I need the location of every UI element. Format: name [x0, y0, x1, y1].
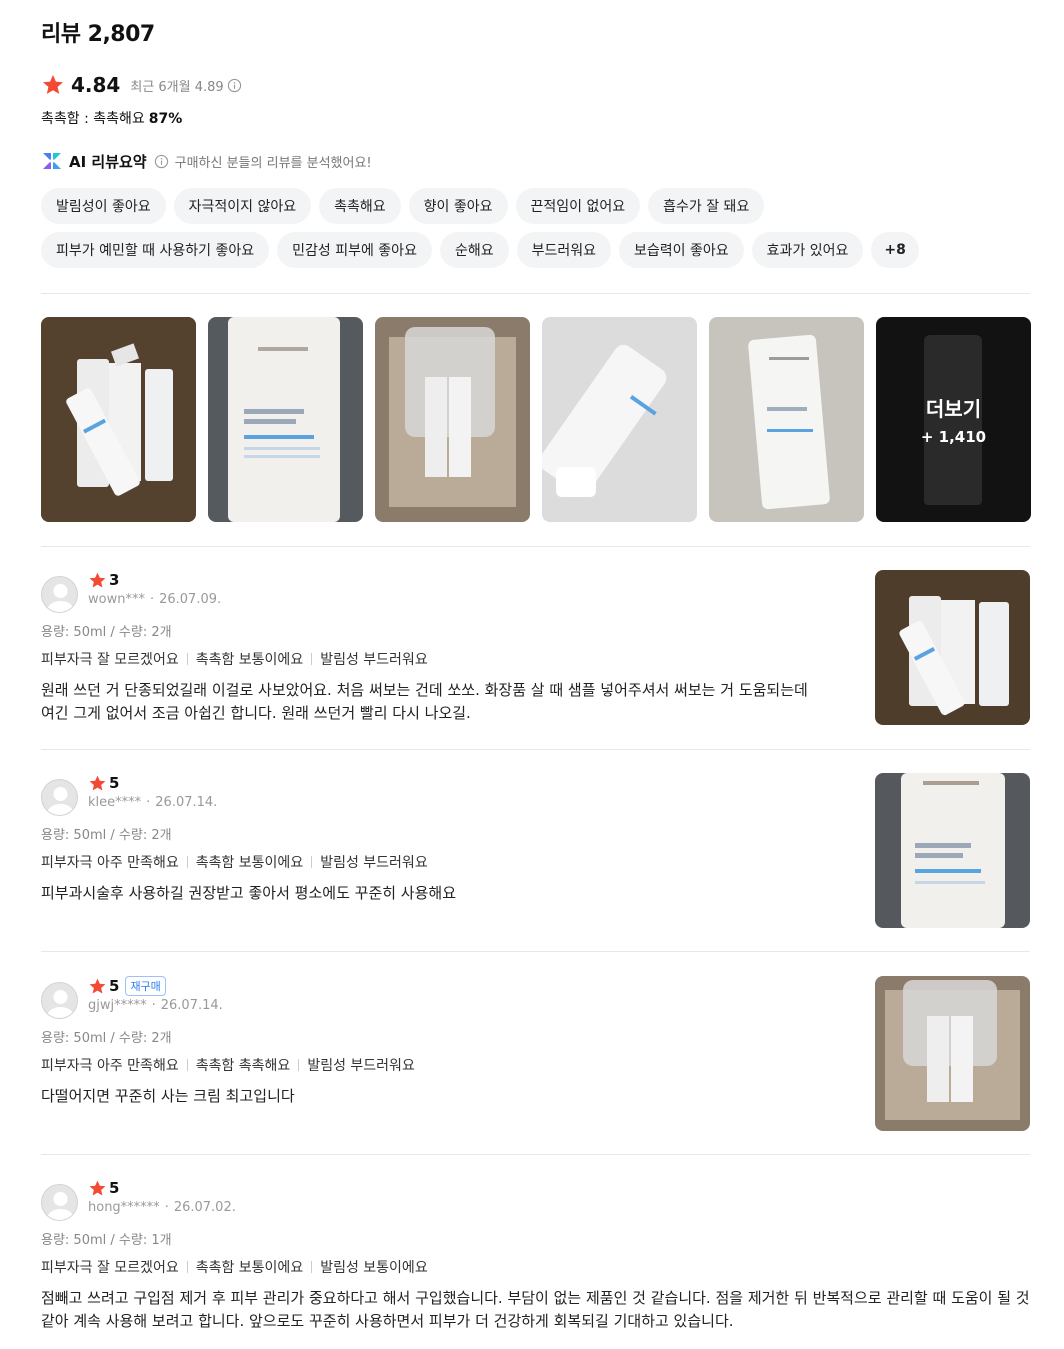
review-attribute: 발림성 부드러워요	[320, 652, 428, 668]
divider	[41, 749, 1030, 750]
review-date: 26.07.14.	[160, 998, 223, 1013]
review-attribute: 피부자극 아주 만족해요	[41, 1058, 179, 1074]
review-attribute: 피부자극 아주 만족해요	[41, 855, 179, 871]
review-attribute: 발림성 부드러워요	[320, 855, 428, 871]
keyword-chip-row: 발림성이 좋아요 자극적이지 않아요 촉촉해요 향이 좋아요 끈적임이 없어요 …	[41, 188, 1001, 224]
review-user: wown***	[88, 592, 145, 607]
divider	[41, 951, 1030, 952]
review-thumbnail[interactable]	[875, 570, 1030, 725]
review-item: 5 klee**** · 26.07.14. 용량: 50ml / 수량: 2개 피…	[41, 773, 1030, 928]
review-text: 피부과시술후 사용하길 권장받고 좋아서 평소에도 꾸준히 사용해요	[41, 884, 457, 902]
star-icon	[89, 775, 106, 791]
keyword-chip[interactable]: 흡수가 잘 돼요	[648, 188, 765, 224]
review-item: 5 재구매 gjwj***** · 26.07.14. 용량: 50ml / 수량: …	[41, 976, 1030, 1131]
avatar-placeholder-icon	[41, 779, 78, 816]
review-user: gjwj*****	[88, 998, 147, 1013]
repurchase-badge: 재구매	[125, 976, 166, 996]
ai-summary-desc: 구매하신 분들의 리뷰를 분석했어요!	[174, 155, 372, 171]
review-attribute: 촉촉함 보통이에요	[195, 652, 304, 668]
review-item: 3 wown*** · 26.07.09. 용량: 50ml / 수량: 2개 피부…	[41, 570, 1030, 725]
review-item: 5 hong****** · 26.07.02. 용량: 50ml / 수량: 1개…	[41, 1178, 1030, 1333]
review-attributes: 피부자극 잘 모르겠어요 촉촉함 보통이에요 발림성 보통이에요	[41, 1257, 1030, 1277]
divider	[41, 293, 1030, 294]
keyword-chip[interactable]: 피부가 예민할 때 사용하기 좋아요	[41, 232, 270, 268]
more-keywords-button[interactable]: +8	[871, 232, 919, 268]
review-option: 용량: 50ml / 수량: 1개	[41, 1233, 172, 1248]
review-photo[interactable]	[375, 317, 530, 522]
review-count-title: 리뷰 2,807	[41, 22, 155, 47]
more-photos-label: 더보기	[925, 397, 982, 421]
recent-rating-label: 최근 6개월 4.89	[130, 79, 224, 95]
review-user: hong******	[88, 1200, 160, 1215]
keyword-chip[interactable]: 효과가 있어요	[751, 232, 864, 268]
divider	[41, 546, 1030, 547]
review-text: 원래 쓰던 거 단종되었길래 이걸로 사보았어요. 처음 써보는 건데 쏘쏘. …	[41, 681, 808, 722]
rating-summary: 4.84 최근 6개월 4.89	[41, 72, 242, 98]
info-icon[interactable]	[227, 78, 242, 93]
avatar-placeholder-icon	[41, 982, 78, 1019]
review-photo[interactable]	[41, 317, 196, 522]
moisture-label: 촉촉함 : 촉촉해요	[41, 111, 145, 127]
info-icon[interactable]	[154, 154, 169, 169]
review-attribute: 촉촉함 보통이에요	[195, 855, 304, 871]
review-score: 5	[109, 774, 120, 792]
more-photos-count: + 1,410	[920, 428, 987, 446]
keyword-chip[interactable]: 순해요	[439, 232, 509, 268]
average-rating: 4.84	[71, 73, 121, 97]
moisture-percent: 87%	[148, 111, 183, 127]
review-photo[interactable]	[709, 317, 864, 522]
photo-strip: 더보기 + 1,410	[41, 317, 1031, 522]
review-user: klee****	[88, 795, 142, 810]
review-thumbnail[interactable]	[875, 773, 1030, 928]
ai-summary-label: AI 리뷰요약	[69, 152, 147, 171]
review-date: 26.07.09.	[159, 592, 222, 607]
review-text: 점빼고 쓰려고 구입점 제거 후 피부 관리가 중요하다고 해서 구입했습니다.…	[41, 1289, 1030, 1330]
review-attribute: 촉촉함 보통이에요	[195, 1260, 304, 1276]
star-icon	[89, 1180, 106, 1196]
star-icon	[43, 75, 63, 94]
moisture-summary: 촉촉함 : 촉촉해요 87%	[41, 108, 182, 128]
review-date: 26.07.02.	[173, 1200, 236, 1215]
keyword-chip[interactable]: 자극적이지 않아요	[173, 188, 312, 224]
ai-sparkle-icon	[43, 153, 61, 169]
review-attribute: 피부자극 잘 모르겠어요	[41, 652, 179, 668]
review-attribute: 발림성 보통이에요	[320, 1260, 428, 1276]
divider	[41, 1154, 1030, 1155]
review-date: 26.07.14.	[155, 795, 218, 810]
keyword-chip[interactable]: 발림성이 좋아요	[41, 188, 166, 224]
keyword-chip[interactable]: 촉촉해요	[319, 188, 401, 224]
keyword-chip[interactable]: 향이 좋아요	[408, 188, 508, 224]
review-attribute: 피부자극 잘 모르겠어요	[41, 1260, 179, 1276]
keyword-chip[interactable]: 민감성 피부에 좋아요	[277, 232, 432, 268]
keyword-chip[interactable]: 끈적임이 없어요	[515, 188, 641, 224]
keyword-chip-row: 피부가 예민할 때 사용하기 좋아요 민감성 피부에 좋아요 순해요 부드러워요…	[41, 232, 1001, 268]
review-score: 5	[109, 1179, 120, 1197]
review-score: 3	[109, 571, 120, 589]
keyword-chip[interactable]: 보습력이 좋아요	[619, 232, 744, 268]
review-text: 다떨어지면 꾸준히 사는 크림 최고입니다	[41, 1087, 295, 1105]
review-thumbnail[interactable]	[875, 976, 1030, 1131]
ai-summary-header: AI 리뷰요약 구매하신 분들의 리뷰를 분석했어요!	[41, 149, 372, 173]
review-photo[interactable]	[208, 317, 363, 522]
star-icon	[89, 978, 106, 994]
review-attribute: 촉촉함 촉촉해요	[195, 1058, 291, 1074]
avatar-placeholder-icon	[41, 1184, 78, 1221]
review-photo[interactable]	[542, 317, 697, 522]
star-icon	[89, 572, 106, 588]
recent-rating: 최근 6개월 4.89	[130, 76, 241, 95]
avatar-placeholder-icon	[41, 576, 78, 613]
keyword-chip[interactable]: 부드러워요	[516, 232, 611, 268]
more-photos-button[interactable]: 더보기 + 1,410	[876, 317, 1031, 522]
review-score: 5	[109, 977, 120, 995]
review-attribute: 발림성 부드러워요	[307, 1058, 415, 1074]
keyword-chips: 발림성이 좋아요 자극적이지 않아요 촉촉해요 향이 좋아요 끈적임이 없어요 …	[41, 188, 1001, 276]
